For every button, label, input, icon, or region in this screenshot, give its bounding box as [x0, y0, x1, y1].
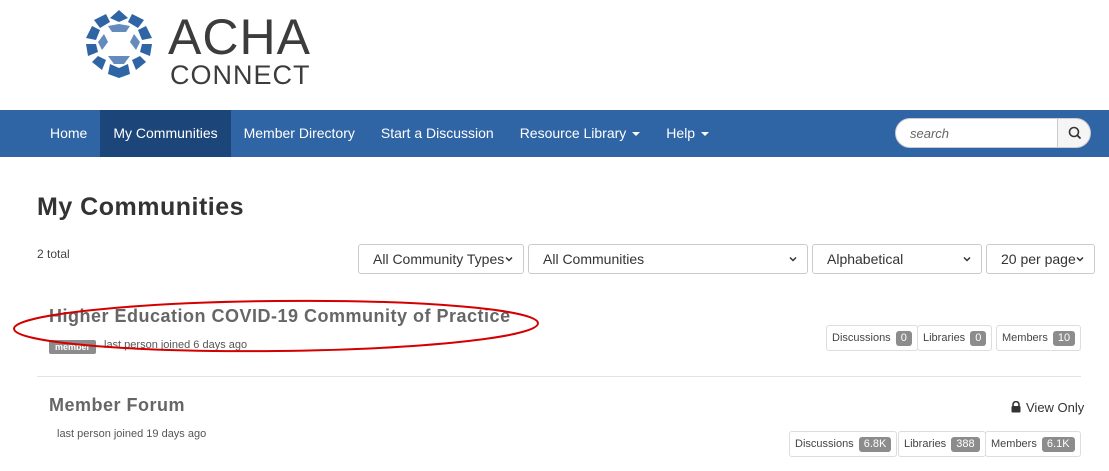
- acha-connect-logo[interactable]: ACHA CONNECT: [80, 8, 320, 90]
- stat-label: Libraries: [904, 438, 947, 450]
- search-button[interactable]: [1057, 118, 1091, 148]
- search-box: [895, 118, 1095, 148]
- chevron-down-icon: [505, 256, 513, 262]
- results-total: 2 total: [37, 247, 70, 261]
- nav-item-label: Home: [50, 125, 88, 141]
- stat-count: 0: [895, 331, 912, 346]
- page-title: My Communities: [37, 193, 245, 221]
- nav-item-label: Start a Discussion: [380, 125, 494, 141]
- nav-item-my-communities[interactable]: My Communities: [100, 110, 231, 157]
- stat-label: Members: [1002, 332, 1048, 344]
- nav-item-help[interactable]: Help: [653, 110, 722, 157]
- caret-down-icon: [632, 132, 641, 137]
- acha-logo-mark-icon: [86, 10, 152, 78]
- view-only-label: View Only: [1026, 400, 1085, 415]
- members-count-button[interactable]: Members 6.1K: [985, 431, 1081, 457]
- members-count-button[interactable]: Members 10: [996, 325, 1082, 351]
- libraries-count-button[interactable]: Libraries 0: [917, 325, 993, 351]
- nav-item-label: Help: [666, 125, 696, 141]
- nav-item-start-discussion[interactable]: Start a Discussion: [368, 110, 507, 157]
- nav-item-home[interactable]: Home: [37, 110, 100, 157]
- stat-count: 388: [951, 437, 980, 452]
- search-icon: [1068, 126, 1081, 139]
- libraries-count-button[interactable]: Libraries 388: [898, 431, 986, 457]
- nav-item-label: Member Directory: [243, 125, 355, 141]
- nav-item-member-directory[interactable]: Member Directory: [231, 110, 368, 157]
- member-badge: member: [49, 340, 97, 354]
- search-input[interactable]: [895, 118, 1058, 148]
- select-value: All Communities: [543, 251, 645, 267]
- stat-count: 6.8K: [858, 437, 892, 452]
- select-value: All Community Types: [373, 251, 505, 267]
- select-value: 20 per page: [1001, 251, 1076, 267]
- stat-label: Libraries: [923, 332, 966, 344]
- stat-label: Members: [991, 438, 1037, 450]
- stat-label: Discussions: [795, 438, 854, 450]
- chevron-down-icon: [963, 256, 971, 262]
- select-value: Alphabetical: [827, 251, 904, 267]
- per-page-select[interactable]: 20 per page: [986, 244, 1095, 274]
- stat-label: Discussions: [832, 332, 891, 344]
- logo-text-connect: CONNECT: [170, 60, 311, 90]
- stat-count: 10: [1052, 331, 1076, 346]
- community-type-select[interactable]: All Community Types: [358, 244, 524, 274]
- last-joined-text: last person joined 19 days ago: [57, 428, 207, 440]
- community-title-link[interactable]: Higher Education COVID-19 Community of P…: [49, 306, 511, 327]
- lock-icon: [1011, 401, 1021, 413]
- caret-down-icon: [701, 132, 710, 137]
- logo-text-acha: ACHA: [168, 9, 311, 65]
- chevron-down-icon: [1076, 256, 1084, 262]
- chevron-down-icon: [789, 256, 797, 262]
- stat-count: 0: [970, 331, 987, 346]
- nav-item-label: Resource Library: [519, 125, 627, 141]
- discussions-count-button[interactable]: Discussions 6.8K: [789, 431, 898, 457]
- community-scope-select[interactable]: All Communities: [528, 244, 808, 274]
- last-joined-text: last person joined 6 days ago: [104, 339, 248, 351]
- discussions-count-button[interactable]: Discussions 0: [826, 325, 918, 351]
- stat-count: 6.1K: [1041, 437, 1075, 452]
- nav-item-label: My Communities: [113, 125, 218, 141]
- nav-menu: Home My Communities Member Directory Sta…: [37, 110, 722, 157]
- sort-select[interactable]: Alphabetical: [812, 244, 982, 274]
- view-only-indicator: View Only: [1010, 400, 1084, 415]
- community-title-link[interactable]: Member Forum: [49, 395, 185, 416]
- nav-item-resource-library[interactable]: Resource Library: [507, 110, 654, 157]
- list-divider: [37, 376, 1081, 377]
